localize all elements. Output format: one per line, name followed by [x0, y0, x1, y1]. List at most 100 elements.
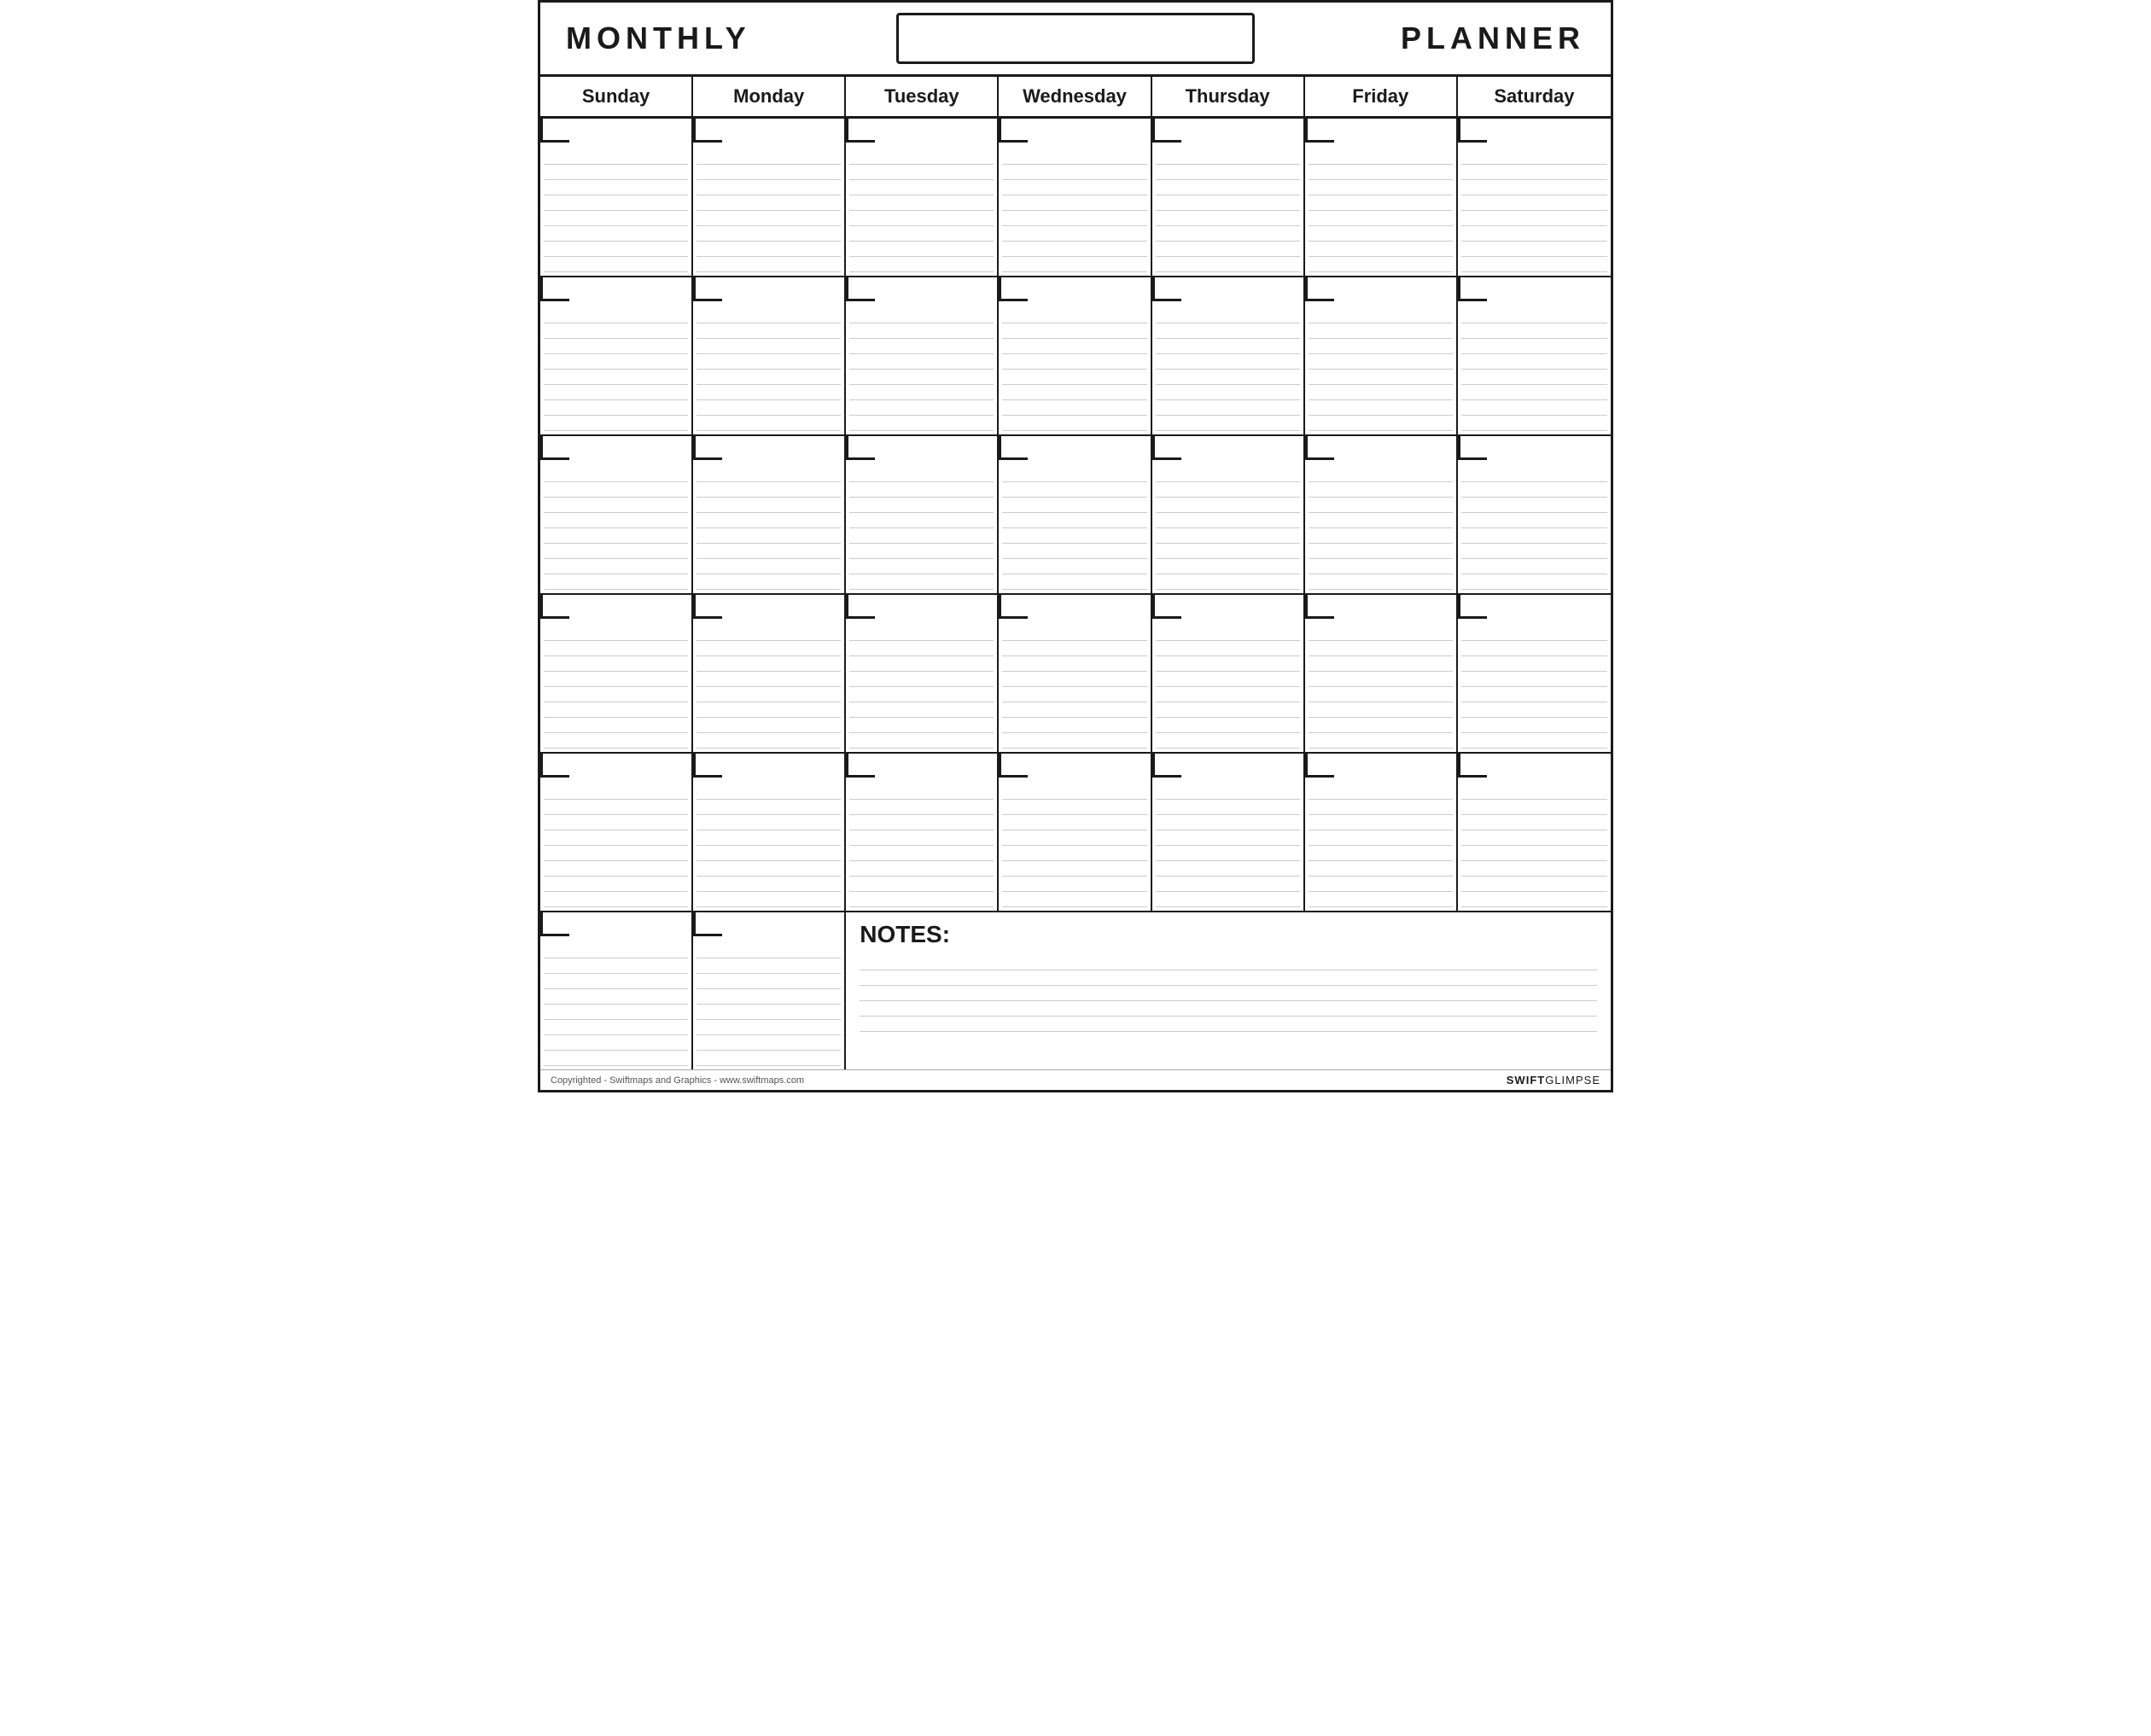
cell-line [1309, 574, 1453, 590]
day-cell[interactable] [693, 436, 846, 595]
cell-line [1461, 718, 1607, 733]
cell-line [1461, 559, 1607, 574]
cell-line [544, 544, 688, 559]
cell-line [697, 308, 841, 323]
day-cell[interactable] [1458, 436, 1611, 595]
day-cell[interactable] [1458, 595, 1611, 754]
day-cell[interactable] [540, 754, 693, 912]
cell-lines [849, 467, 994, 590]
day-cell[interactable] [999, 595, 1151, 754]
cell-line [1461, 149, 1607, 165]
cell-line [1002, 308, 1146, 323]
cell-line [697, 195, 841, 211]
cell-line [544, 892, 688, 907]
cell-line [849, 702, 994, 718]
cell-line [1156, 672, 1300, 687]
cell-line [697, 513, 841, 528]
cell-line [1309, 226, 1453, 242]
cell-line [1156, 354, 1300, 370]
cell-line [1309, 482, 1453, 498]
day-cell[interactable] [1305, 754, 1458, 912]
day-cell[interactable] [999, 119, 1151, 277]
calendar-grid [540, 119, 1611, 912]
day-cell[interactable] [1305, 119, 1458, 277]
day-cell[interactable] [1152, 277, 1305, 436]
cell-line [1156, 226, 1300, 242]
day-cell[interactable] [693, 277, 846, 436]
day-cell[interactable] [1305, 436, 1458, 595]
date-number-box [693, 119, 722, 143]
day-cell[interactable] [999, 277, 1151, 436]
day-header-friday: Friday [1305, 77, 1458, 116]
cell-line [1461, 370, 1607, 385]
cell-line [1002, 877, 1146, 892]
day-cell[interactable] [1305, 277, 1458, 436]
cell-line [1156, 211, 1300, 226]
cell-lines [849, 626, 994, 749]
cell-line [1309, 544, 1453, 559]
day-cell[interactable] [1458, 277, 1611, 436]
day-cell[interactable] [846, 119, 999, 277]
day-cell[interactable] [540, 436, 693, 595]
day-cell[interactable] [999, 754, 1151, 912]
day-cell[interactable] [1152, 436, 1305, 595]
day-header-sunday: Sunday [540, 77, 693, 116]
cell-line [1309, 718, 1453, 733]
day-cell[interactable] [1152, 595, 1305, 754]
day-cell[interactable] [999, 436, 1151, 595]
date-number-box [999, 277, 1028, 301]
date-number-box [1305, 119, 1334, 143]
cell-line [544, 467, 688, 482]
day-cell[interactable] [540, 119, 693, 277]
day-cell[interactable] [540, 277, 693, 436]
cell-line [544, 211, 688, 226]
brand-swift: SWIFT [1507, 1074, 1545, 1086]
cell-line [1309, 702, 1453, 718]
day-cell[interactable] [1458, 119, 1611, 277]
cell-line [1156, 195, 1300, 211]
cell-line [1309, 180, 1453, 195]
day-cell[interactable] [693, 754, 846, 912]
day-cell[interactable] [846, 754, 999, 912]
day-cell[interactable] [846, 595, 999, 754]
cell-lines [544, 149, 688, 272]
cell-line [1156, 385, 1300, 400]
cell-line [1461, 195, 1607, 211]
day-cell[interactable] [693, 595, 846, 754]
day-cell[interactable] [1152, 119, 1305, 277]
cell-line [697, 498, 841, 513]
cell-line [1002, 226, 1146, 242]
date-number-box [693, 595, 722, 619]
cell-line [849, 718, 994, 733]
day-cell[interactable] [693, 119, 846, 277]
day-cell[interactable] [540, 595, 693, 754]
cell-line [544, 242, 688, 257]
cell-line [849, 354, 994, 370]
notes-day-cell-sunday[interactable] [540, 912, 693, 1069]
month-input-box[interactable] [896, 13, 1255, 64]
day-cell[interactable] [1458, 754, 1611, 912]
date-number-box [1305, 754, 1334, 778]
notes-day-cell-monday[interactable] [693, 912, 846, 1069]
cell-lines [1002, 626, 1146, 749]
cell-line [1461, 861, 1607, 877]
cell-line [1309, 528, 1453, 544]
cell-line [544, 482, 688, 498]
cell-line [1002, 800, 1146, 815]
day-cell[interactable] [846, 277, 999, 436]
cell-line [544, 1051, 688, 1066]
cell-line [697, 354, 841, 370]
cell-line [1309, 308, 1453, 323]
day-cell[interactable] [846, 436, 999, 595]
cell-line [544, 733, 688, 749]
cell-line [1309, 195, 1453, 211]
cell-line [849, 574, 994, 590]
day-header-saturday: Saturday [1458, 77, 1611, 116]
notes-row: NOTES: [540, 912, 1611, 1069]
cell-line [849, 513, 994, 528]
cell-line [1461, 467, 1607, 482]
notes-section[interactable]: NOTES: [846, 912, 1611, 1069]
day-cell[interactable] [1152, 754, 1305, 912]
day-cell[interactable] [1305, 595, 1458, 754]
cell-line [544, 308, 688, 323]
